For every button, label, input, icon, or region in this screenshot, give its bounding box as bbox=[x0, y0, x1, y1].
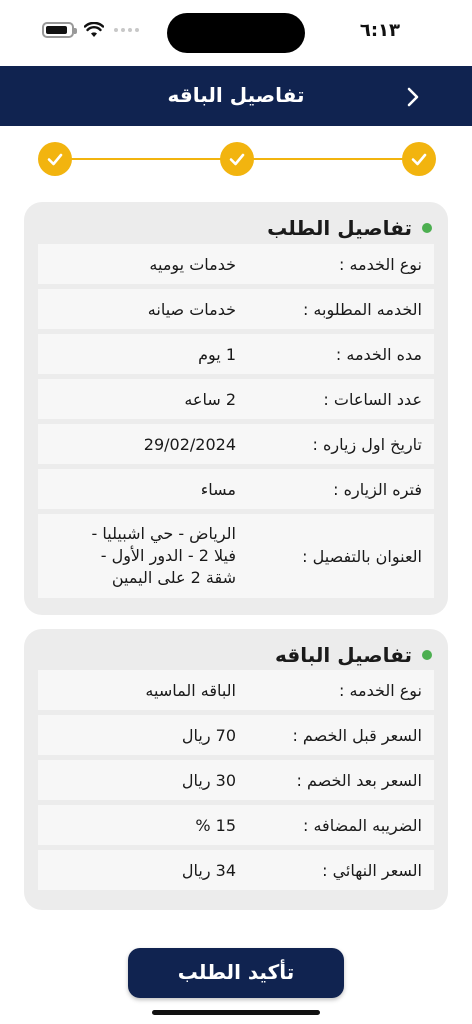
row-value: 34 ريال bbox=[181, 860, 236, 880]
row-label: السعر قبل الخصم : bbox=[292, 725, 422, 745]
order-details-heading: تفاصيل الطلب bbox=[267, 216, 432, 240]
row-label: العنوان بالتفصيل : bbox=[302, 546, 422, 566]
row-value: 1 يوم bbox=[198, 344, 236, 364]
row-value: الباقه الماسيه bbox=[145, 680, 236, 700]
row-label: نوع الخدمه : bbox=[338, 254, 422, 274]
battery-icon bbox=[42, 22, 77, 38]
package-row-price-before-discount: السعر قبل الخصم : 70 ريال bbox=[38, 715, 434, 755]
progress-stepper bbox=[38, 142, 436, 176]
step-1-complete bbox=[402, 142, 436, 176]
row-label: نوع الخدمه : bbox=[338, 680, 422, 700]
row-label: عدد الساعات : bbox=[323, 389, 422, 409]
row-value: خدمات يوميه bbox=[149, 254, 236, 274]
package-row-final-price: السعر النهائي : 34 ريال bbox=[38, 850, 434, 890]
row-value: 2 ساعه bbox=[184, 389, 236, 409]
status-time: ٦:١٣ bbox=[359, 20, 400, 41]
step-2-complete bbox=[220, 142, 254, 176]
status-dot-icon bbox=[422, 650, 432, 660]
detail-row-visit-period: فتره الزياره : مساء bbox=[38, 469, 434, 509]
address-line: فيلا 2 - الدور الأول - bbox=[100, 546, 236, 565]
package-row-vat: الضريبه المضافه : 15 % bbox=[38, 805, 434, 845]
back-button[interactable] bbox=[402, 86, 424, 108]
confirm-order-button[interactable]: تأكيد الطلب bbox=[128, 948, 344, 998]
package-details-title: تفاصيل الباقه bbox=[275, 643, 412, 667]
dynamic-island bbox=[167, 13, 305, 53]
status-icons bbox=[42, 22, 139, 38]
row-label: السعر بعد الخصم : bbox=[296, 770, 422, 790]
row-value: خدمات صيانه bbox=[147, 299, 236, 319]
package-details-card: تفاصيل الباقه نوع الخدمه : الباقه الماسي… bbox=[24, 629, 448, 910]
package-details-heading: تفاصيل الباقه bbox=[275, 643, 432, 667]
detail-row-first-visit-date: تاريخ اول زياره : 29/02/2024 bbox=[38, 424, 434, 464]
package-row-price-after-discount: السعر بعد الخصم : 30 ريال bbox=[38, 760, 434, 800]
row-label: الضريبه المضافه : bbox=[303, 815, 422, 835]
status-bar: ٦:١٣ bbox=[0, 0, 472, 66]
check-icon bbox=[229, 153, 245, 166]
row-label: تاريخ اول زياره : bbox=[312, 434, 422, 454]
detail-row-address: العنوان بالتفصيل : الرياض - حي اشبيليا -… bbox=[38, 514, 434, 598]
row-value: 70 ريال bbox=[181, 725, 236, 745]
detail-row-hours: عدد الساعات : 2 ساعه bbox=[38, 379, 434, 419]
check-icon bbox=[411, 153, 427, 166]
chevron-right-icon bbox=[407, 87, 419, 107]
order-details-rows: نوع الخدمه : خدمات يوميه الخدمه المطلوبه… bbox=[38, 244, 434, 603]
address-line: شقة 2 على اليمين bbox=[111, 568, 236, 587]
row-label: الخدمه المطلوبه : bbox=[302, 299, 422, 319]
header: تفاصيل الباقه bbox=[0, 66, 472, 126]
home-indicator bbox=[152, 1010, 320, 1015]
row-value: 15 % bbox=[195, 815, 236, 835]
order-details-title: تفاصيل الطلب bbox=[267, 216, 412, 240]
row-value-address: الرياض - حي اشبيليا - فيلا 2 - الدور الأ… bbox=[38, 523, 246, 589]
row-label: السعر النهائي : bbox=[322, 860, 422, 880]
row-label: مده الخدمه : bbox=[335, 344, 422, 364]
address-line: الرياض - حي اشبيليا - bbox=[91, 524, 236, 543]
row-value: مساء bbox=[200, 479, 236, 499]
row-value: 29/02/2024 bbox=[143, 434, 236, 454]
package-details-rows: نوع الخدمه : الباقه الماسيه السعر قبل ال… bbox=[38, 670, 434, 895]
status-dot-icon bbox=[422, 223, 432, 233]
row-value: 30 ريال bbox=[181, 770, 236, 790]
check-icon bbox=[47, 153, 63, 166]
detail-row-service-type: نوع الخدمه : خدمات يوميه bbox=[38, 244, 434, 284]
wifi-icon bbox=[84, 22, 104, 38]
detail-row-duration: مده الخدمه : 1 يوم bbox=[38, 334, 434, 374]
detail-row-required-service: الخدمه المطلوبه : خدمات صيانه bbox=[38, 289, 434, 329]
row-label: فتره الزياره : bbox=[333, 479, 422, 499]
order-details-card: تفاصيل الطلب نوع الخدمه : خدمات يوميه ال… bbox=[24, 202, 448, 615]
package-row-service-type: نوع الخدمه : الباقه الماسيه bbox=[38, 670, 434, 710]
step-3-complete bbox=[38, 142, 72, 176]
signal-icon bbox=[114, 28, 139, 32]
